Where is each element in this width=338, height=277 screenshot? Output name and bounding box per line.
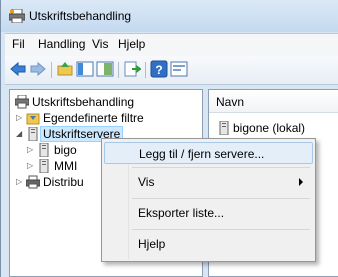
filter-folder-icon [26,113,40,125]
menu-item-label: Vis [138,175,155,189]
printer-management-icon [9,9,25,23]
collapse-arrow-icon[interactable]: ◢ [16,130,24,138]
window-title: Utskriftsbehandling [29,9,132,23]
column-header-label: Navn [216,95,245,109]
expand-arrow-icon[interactable]: ▷ [16,114,24,122]
export-list-icon[interactable] [123,60,141,78]
menu-item-label: Hjelp [138,237,166,251]
server-icon [219,121,229,135]
toolbar-separator [118,62,119,78]
tree-item-custom-filters[interactable]: ▷ Egendefinerte filtre [13,110,199,126]
svg-text:?: ? [155,63,162,77]
toolbar-separator [145,62,146,78]
menu-vis[interactable]: Vis [92,37,108,51]
up-folder-icon[interactable] [56,60,74,78]
menu-handling[interactable]: Handling [38,37,85,51]
menu-item-label: Eksporter liste... [138,206,225,220]
printer-icon [26,175,40,189]
menu-bar: Fil Handling Vis Hjelp [5,33,338,56]
context-menu: Legg til / fjern servere... Vis Eksporte… [101,138,316,262]
toolbar-separator [51,62,52,78]
expand-arrow-icon[interactable]: ▷ [16,178,24,186]
tree-item-label: bigo [54,143,77,157]
list-item-label: bigone (lokal) [233,121,306,135]
expand-arrow-icon[interactable]: ▷ [27,146,35,154]
menu-separator [132,167,310,168]
menu-item-label: Legg til / fjern servere... [139,147,265,161]
tree-item-label: Distribu [43,175,84,189]
app-window: Utskriftsbehandling Fil Handling Vis Hje… [0,0,338,277]
expand-arrow-icon[interactable]: ▷ [27,162,35,170]
menu-item-help[interactable]: Hjelp [104,233,313,255]
submenu-arrow-icon [299,178,303,186]
server-icon [39,143,49,157]
properties-icon[interactable] [170,60,188,78]
show-hide-list-icon[interactable] [96,60,114,78]
menu-hjelp[interactable]: Hjelp [118,37,145,51]
menu-separator [132,198,310,199]
back-arrow-icon[interactable] [9,60,27,78]
column-header-name[interactable]: Navn [209,90,338,113]
printer-management-icon [15,95,29,109]
show-hide-tree-icon[interactable] [76,60,94,78]
menu-separator [132,229,310,230]
tree-item-label: MMI [54,159,78,173]
forward-arrow-icon[interactable] [29,60,47,78]
help-icon[interactable]: ? [150,60,168,78]
tree-item-label: Egendefinerte filtre [43,111,144,125]
toolbar: ? [5,56,338,85]
menu-fil[interactable]: Fil [12,37,25,51]
menu-item-export-list[interactable]: Eksporter liste... [104,202,313,224]
menu-item-add-remove-servers[interactable]: Legg til / fjern servere... [104,142,313,164]
title-bar[interactable]: Utskriftsbehandling [1,0,338,32]
server-icon [28,127,38,141]
list-item[interactable]: bigone (lokal) [217,120,337,136]
tree-item-root[interactable]: Utskriftsbehandling [13,94,199,110]
menu-item-view[interactable]: Vis [104,171,313,193]
server-icon [39,159,49,173]
tree-item-label: Utskriftsbehandling [32,95,135,109]
